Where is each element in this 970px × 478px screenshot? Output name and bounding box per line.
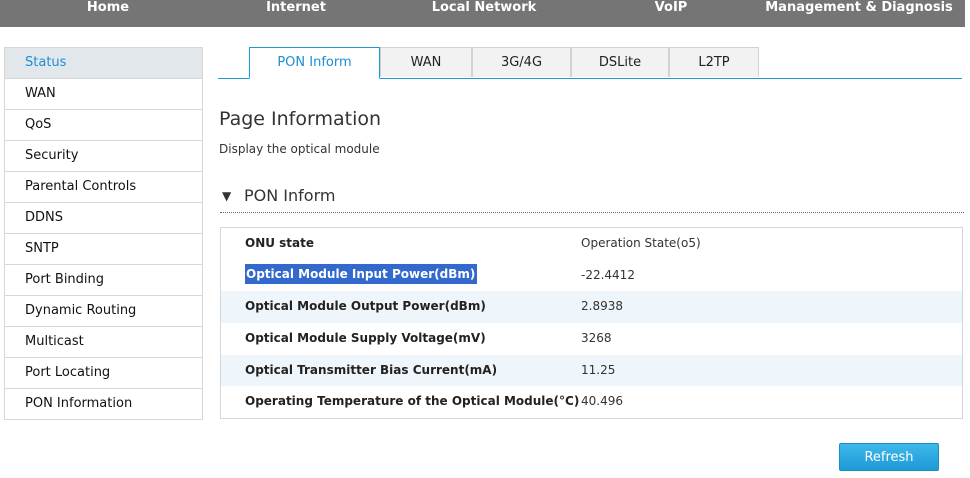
tab-bar: PON Inform WAN 3G/4G DSLite L2TP <box>218 47 962 79</box>
sidebar-item-ddns[interactable]: DDNS <box>5 203 202 234</box>
pon-info-table: ONU state Operation State(o5) Optical Mo… <box>220 227 963 419</box>
tab-pon-inform[interactable]: PON Inform <box>249 47 380 79</box>
section-header-pon-inform[interactable]: ▼ PON Inform <box>220 184 964 213</box>
top-navigation: Home Internet Local Network VoIP Managem… <box>0 0 965 27</box>
sidebar-item-pon-information[interactable]: PON Information <box>5 389 202 420</box>
page-title: Page Information <box>219 108 382 130</box>
nav-local-network[interactable]: Local Network <box>432 0 537 16</box>
sidebar-item-parental-controls[interactable]: Parental Controls <box>5 172 202 203</box>
table-row: Optical Module Supply Voltage(mV) 3268 <box>221 323 962 355</box>
row-label-output-power: Optical Module Output Power(dBm) <box>245 299 486 314</box>
sidebar-item-status[interactable]: Status <box>5 48 202 79</box>
nav-internet[interactable]: Internet <box>266 0 326 16</box>
table-row: Optical Transmitter Bias Current(mA) 11.… <box>221 354 962 387</box>
nav-voip[interactable]: VoIP <box>655 0 688 16</box>
row-value-input-power: -22.4412 <box>581 267 635 282</box>
nav-home[interactable]: Home <box>87 0 129 16</box>
sidebar-item-port-locating[interactable]: Port Locating <box>5 358 202 389</box>
tab-l2tp[interactable]: L2TP <box>669 47 759 77</box>
caret-down-icon[interactable]: ▼ <box>222 189 231 203</box>
sidebar-item-sntp[interactable]: SNTP <box>5 234 202 265</box>
sidebar-item-wan[interactable]: WAN <box>5 79 202 110</box>
row-value-bias-current: 11.25 <box>581 362 616 377</box>
row-label-bias-current: Optical Transmitter Bias Current(mA) <box>245 362 498 377</box>
row-label-supply-voltage: Optical Module Supply Voltage(mV) <box>245 330 486 345</box>
tab-wan[interactable]: WAN <box>380 47 472 77</box>
row-label-input-power: Optical Module Input Power(dBm) <box>245 263 478 284</box>
sidebar-item-port-binding[interactable]: Port Binding <box>5 265 202 296</box>
sidebar-item-dynamic-routing[interactable]: Dynamic Routing <box>5 296 202 327</box>
table-row: ONU state Operation State(o5) <box>221 228 962 260</box>
sidebar-item-qos[interactable]: QoS <box>5 110 202 141</box>
section-title: PON Inform <box>244 186 336 205</box>
sidebar-item-multicast[interactable]: Multicast <box>5 327 202 358</box>
nav-management-diagnosis[interactable]: Management & Diagnosis <box>765 0 953 16</box>
tab-dslite[interactable]: DSLite <box>571 47 669 77</box>
row-label-onu-state: ONU state <box>245 236 315 250</box>
row-value-onu-state: Operation State(o5) <box>581 236 701 250</box>
row-label-temperature: Operating Temperature of the Optical Mod… <box>245 394 580 409</box>
page-description: Display the optical module <box>219 142 380 156</box>
sidebar: Status WAN QoS Security Parental Control… <box>4 47 203 420</box>
row-value-temperature: 40.496 <box>581 394 623 409</box>
row-value-output-power: 2.8938 <box>581 299 623 314</box>
row-value-supply-voltage: 3268 <box>581 330 612 345</box>
table-row: Operating Temperature of the Optical Mod… <box>221 386 962 418</box>
table-row: Optical Module Output Power(dBm) 2.8938 <box>221 291 962 323</box>
tab-3g-4g[interactable]: 3G/4G <box>472 47 571 77</box>
refresh-button[interactable]: Refresh <box>839 443 939 471</box>
table-row: Optical Module Input Power(dBm) -22.4412 <box>221 260 962 292</box>
sidebar-item-security[interactable]: Security <box>5 141 202 172</box>
